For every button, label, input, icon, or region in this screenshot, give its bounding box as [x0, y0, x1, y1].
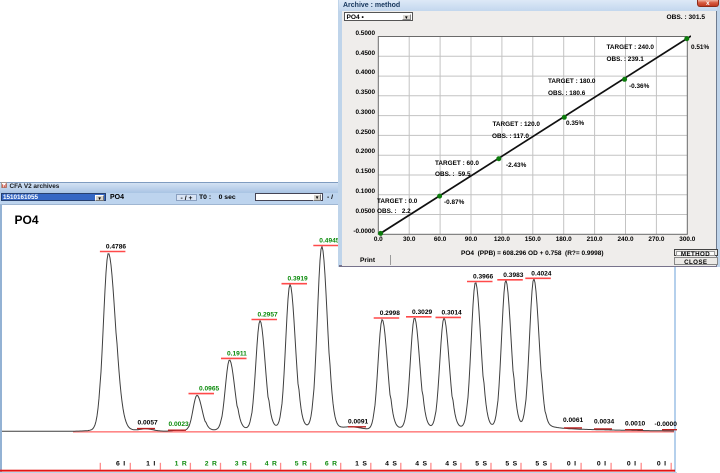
svg-text:0.1911: 0.1911 — [227, 350, 247, 357]
svg-text:3 R: 3 R — [235, 460, 248, 467]
svg-text:0.2957: 0.2957 — [258, 312, 279, 319]
svg-text:0.3983: 0.3983 — [503, 272, 524, 279]
svg-text:6 I: 6 I — [116, 460, 126, 467]
svg-text:4 R: 4 R — [265, 460, 278, 467]
svg-text:0.3966: 0.3966 — [473, 274, 494, 281]
svg-text:0.4945: 0.4945 — [319, 238, 340, 245]
svg-text:4 S: 4 S — [445, 460, 458, 467]
svg-text:5 R: 5 R — [295, 460, 308, 467]
svg-text:0.4024: 0.4024 — [531, 270, 552, 277]
svg-text:0.0023: 0.0023 — [169, 421, 190, 428]
svg-text:0.0010: 0.0010 — [625, 421, 646, 428]
svg-text:1 S: 1 S — [355, 460, 368, 467]
svg-text:0.3014: 0.3014 — [442, 309, 463, 316]
svg-text:0.4786: 0.4786 — [106, 244, 127, 251]
svg-text:0.0965: 0.0965 — [199, 386, 220, 393]
svg-text:0.0091: 0.0091 — [348, 419, 369, 426]
svg-text:4 S: 4 S — [385, 460, 398, 467]
svg-text:1 R: 1 R — [175, 460, 188, 467]
svg-text:0 I: 0 I — [627, 460, 637, 467]
svg-text:6 R: 6 R — [325, 460, 338, 467]
svg-text:2 R: 2 R — [205, 460, 218, 467]
svg-text:5 S: 5 S — [475, 460, 488, 467]
svg-text:5 S: 5 S — [505, 460, 518, 467]
svg-text:5 S: 5 S — [535, 460, 548, 467]
svg-text:0.3919: 0.3919 — [288, 276, 309, 283]
svg-text:0 I: 0 I — [657, 460, 667, 467]
svg-text:0.0061: 0.0061 — [563, 417, 584, 424]
svg-text:0.0057: 0.0057 — [138, 420, 159, 427]
svg-text:0 I: 0 I — [567, 460, 577, 467]
svg-text:-0.0000: -0.0000 — [655, 421, 678, 428]
svg-text:0 I: 0 I — [597, 460, 607, 467]
svg-text:4 S: 4 S — [415, 460, 428, 467]
svg-text:0.2998: 0.2998 — [380, 310, 401, 317]
svg-text:1 I: 1 I — [146, 460, 156, 467]
svg-text:0.0034: 0.0034 — [594, 418, 615, 425]
svg-text:0.3029: 0.3029 — [412, 309, 433, 316]
